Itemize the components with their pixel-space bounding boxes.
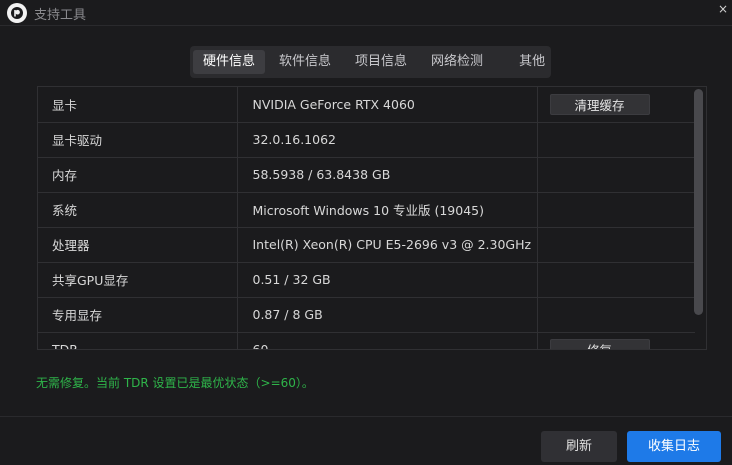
row-name: 系统 bbox=[38, 192, 238, 228]
refresh-button[interactable]: 刷新 bbox=[541, 431, 617, 462]
row-value: NVIDIA GeForce RTX 4060 bbox=[237, 87, 538, 123]
row-name: 共享GPU显存 bbox=[38, 262, 238, 298]
row-action-cell bbox=[537, 227, 695, 263]
row-value: Intel(R) Xeon(R) CPU E5-2696 v3 @ 2.30GH… bbox=[237, 227, 538, 263]
row-action-cell: 修复 bbox=[537, 332, 695, 349]
row-name: 专用显存 bbox=[38, 297, 238, 333]
hardware-info-table: 显卡 NVIDIA GeForce RTX 4060 清理缓存 显卡驱动 32.… bbox=[37, 86, 707, 350]
row-action-cell: 清理缓存 bbox=[537, 87, 695, 123]
row-name: 处理器 bbox=[38, 227, 238, 263]
table-row: 显卡 NVIDIA GeForce RTX 4060 清理缓存 bbox=[38, 87, 695, 123]
tab-project-info[interactable]: 项目信息 bbox=[345, 50, 417, 74]
fix-tdr-button[interactable]: 修复 bbox=[549, 339, 650, 349]
scrollbar-thumb[interactable] bbox=[694, 89, 703, 315]
title-bar: 支持工具 × bbox=[0, 0, 732, 26]
tab-software-info[interactable]: 软件信息 bbox=[269, 50, 341, 74]
table-row: 处理器 Intel(R) Xeon(R) CPU E5-2696 v3 @ 2.… bbox=[38, 227, 695, 263]
table-row: 共享GPU显存 0.51 / 32 GB bbox=[38, 262, 695, 298]
collect-logs-button[interactable]: 收集日志 bbox=[627, 431, 721, 462]
row-name: 显卡驱动 bbox=[38, 122, 238, 158]
tab-hardware-info[interactable]: 硬件信息 bbox=[193, 50, 266, 74]
row-name: 内存 bbox=[38, 157, 238, 193]
row-name: 显卡 bbox=[38, 87, 238, 123]
tab-network-check[interactable]: 网络检测 bbox=[421, 50, 493, 74]
row-value: 0.51 / 32 GB bbox=[237, 262, 538, 298]
table-row: 内存 58.5938 / 63.8438 GB bbox=[38, 157, 695, 193]
window-title: 支持工具 bbox=[34, 8, 87, 23]
close-icon[interactable]: × bbox=[716, 2, 730, 16]
table-scrollbar[interactable] bbox=[693, 87, 704, 349]
table-row: 系统 Microsoft Windows 10 专业版 (19045) bbox=[38, 192, 695, 228]
app-logo-icon bbox=[7, 3, 27, 23]
row-value: 0.87 / 8 GB bbox=[237, 297, 538, 333]
row-value: 32.0.16.1062 bbox=[237, 122, 538, 158]
tab-bar: 硬件信息 软件信息 项目信息 网络检测 其他 bbox=[190, 46, 551, 78]
row-action-cell bbox=[537, 262, 695, 298]
tab-other[interactable]: 其他 bbox=[497, 50, 567, 74]
footer: 刷新 收集日志 bbox=[0, 416, 732, 465]
table-row: 专用显存 0.87 / 8 GB bbox=[38, 297, 695, 333]
row-value: 58.5938 / 63.8438 GB bbox=[237, 157, 538, 193]
row-name: TDR bbox=[38, 332, 238, 349]
row-value: Microsoft Windows 10 专业版 (19045) bbox=[237, 192, 538, 228]
row-value: 60 bbox=[237, 332, 538, 349]
clear-cache-button[interactable]: 清理缓存 bbox=[549, 93, 650, 115]
row-action-cell bbox=[537, 192, 695, 228]
row-action-cell bbox=[537, 297, 695, 333]
table-row: 显卡驱动 32.0.16.1062 bbox=[38, 122, 695, 158]
status-message: 无需修复。当前 TDR 设置已是最优状态（>=60）。 bbox=[36, 376, 314, 390]
table-row: TDR 60 修复 bbox=[38, 332, 695, 349]
row-action-cell bbox=[537, 122, 695, 158]
row-action-cell bbox=[537, 157, 695, 193]
